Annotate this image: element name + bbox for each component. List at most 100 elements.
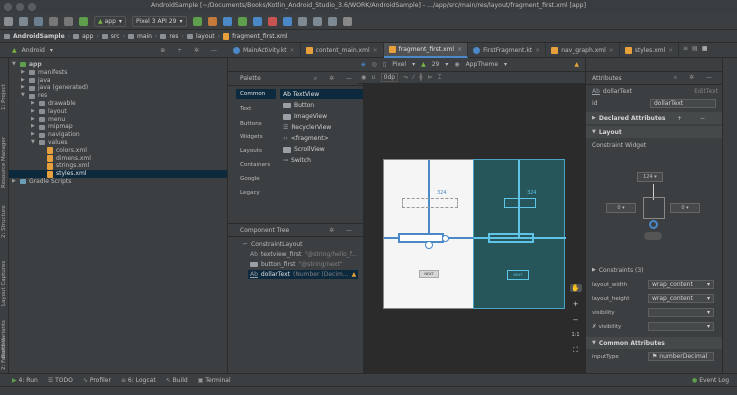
blueprint-textview[interactable] bbox=[504, 198, 536, 208]
tab-mainactivity[interactable]: MainActivity.kt × bbox=[228, 43, 301, 58]
textview-preview[interactable] bbox=[402, 198, 458, 208]
design-preview[interactable]: 324 NEXT bbox=[383, 159, 476, 309]
tree-item-java-generated[interactable]: ▶ java (generated) bbox=[9, 84, 227, 92]
chevron-down-icon[interactable]: ▾ bbox=[50, 47, 53, 54]
profiler-tool-button[interactable]: ∿ Profiler bbox=[83, 377, 111, 384]
next-button-preview[interactable]: NEXT bbox=[419, 270, 439, 278]
zoom-fit-icon[interactable]: ⛶ bbox=[573, 346, 578, 355]
right-anchor-handle[interactable] bbox=[442, 235, 449, 242]
constraints-section[interactable]: ▶ Constraints (3) bbox=[586, 264, 723, 276]
apply-changes-icon[interactable] bbox=[207, 16, 217, 26]
tool-favorites[interactable]: 2: Favorites bbox=[1, 338, 7, 370]
tree-item-mipmap[interactable]: ▶ mipmap bbox=[9, 123, 227, 131]
tree-item-colors[interactable]: colors.xml bbox=[9, 147, 227, 155]
zoom-actual-icon[interactable]: 1:1 bbox=[571, 332, 579, 338]
infer-constraints-icon[interactable]: ⁄ bbox=[413, 74, 414, 81]
build-tool-button[interactable]: ↖ Build bbox=[166, 377, 188, 384]
tree-item-strings[interactable]: strings.xml bbox=[9, 162, 227, 170]
stop-icon[interactable] bbox=[267, 16, 277, 26]
top-margin-field[interactable]: 124 ▾ bbox=[637, 172, 663, 182]
sdk-manager-icon[interactable] bbox=[312, 16, 322, 26]
breadcrumb-item[interactable]: fragment_first.xml bbox=[232, 33, 287, 40]
zoom-in-icon[interactable]: + bbox=[573, 300, 579, 308]
tab-styles[interactable]: styles.xml × bbox=[620, 43, 680, 58]
device-select[interactable]: Pixel bbox=[392, 61, 406, 68]
palette-item-fragment[interactable]: ‹› <fragment> bbox=[283, 135, 329, 142]
palette-category-google[interactable]: Google bbox=[240, 176, 260, 182]
tree-item-menu[interactable]: ▶ menu bbox=[9, 116, 227, 124]
baseline-icon[interactable]: ⌶ bbox=[438, 74, 442, 82]
run-tool-button[interactable]: ▶ 4: Run bbox=[12, 377, 38, 384]
tab-fragment-first[interactable]: fragment_first.xml × bbox=[383, 43, 469, 58]
module-select[interactable]: ▲ app ▾ bbox=[94, 15, 126, 27]
pan-hand-icon[interactable]: ✋ bbox=[569, 284, 582, 292]
visibility-select[interactable]: ▾ bbox=[648, 308, 714, 317]
bias-slider[interactable] bbox=[644, 232, 662, 240]
blueprint-preview[interactable]: 324 NEXT bbox=[473, 159, 566, 309]
bottom-anchor-handle[interactable] bbox=[425, 241, 433, 249]
code-view-icon[interactable]: ≡ bbox=[683, 45, 688, 52]
breadcrumb-item[interactable]: res bbox=[169, 33, 178, 40]
tree-item-styles[interactable]: styles.xml bbox=[9, 170, 227, 178]
tab-nav-graph[interactable]: nav_graph.xml × bbox=[546, 43, 620, 58]
build-hammer-icon[interactable] bbox=[79, 16, 88, 26]
palette-item-recyclerview[interactable]: ☰ RecyclerView bbox=[283, 124, 331, 131]
bottom-constraint-add[interactable] bbox=[649, 220, 658, 229]
guidelines-icon[interactable]: ╫ bbox=[419, 74, 423, 81]
terminal-tool-button[interactable]: ▣ Terminal bbox=[198, 377, 231, 384]
tools-visibility-select[interactable]: ▾ bbox=[648, 322, 714, 331]
common-attributes-section[interactable]: ▼ Common Attributes bbox=[586, 337, 723, 349]
sync-icon[interactable] bbox=[34, 16, 43, 26]
tree-item-values[interactable]: ▼ values bbox=[9, 139, 227, 147]
breadcrumb-item[interactable]: AndroidSample bbox=[13, 33, 65, 40]
breadcrumb-item[interactable]: app bbox=[82, 33, 93, 40]
warning-icon[interactable]: ▲ bbox=[352, 271, 357, 278]
project-view-select[interactable]: Android bbox=[22, 47, 45, 54]
design-view-icon[interactable]: ▦ bbox=[702, 45, 708, 52]
palette-category-text[interactable]: Text bbox=[240, 106, 251, 112]
tree-node-constraintlayout[interactable]: ⌐ ConstraintLayout bbox=[243, 241, 303, 248]
design-canvas[interactable]: 324 NEXT 324 NEXT ✋ + − 1:1 ⛶ bbox=[363, 84, 585, 373]
palette-category-layouts[interactable]: Layouts bbox=[240, 148, 262, 154]
clear-constraints-icon[interactable]: ⤳ bbox=[403, 74, 408, 82]
theme-select[interactable]: AppTheme bbox=[466, 61, 498, 68]
breadcrumb-item[interactable]: src bbox=[111, 33, 120, 40]
logcat-tool-button[interactable]: ≡ 6: Logcat bbox=[121, 377, 156, 384]
id-field[interactable]: dollarText bbox=[650, 99, 716, 108]
palette-item-imageview[interactable]: ImageView bbox=[283, 113, 327, 120]
palette-category-common[interactable]: Common bbox=[240, 91, 265, 97]
orientation-icon[interactable]: ◎ bbox=[372, 61, 377, 68]
align-icon[interactable]: ⊨ bbox=[428, 74, 433, 81]
debug-icon[interactable] bbox=[222, 16, 232, 26]
tree-item-java[interactable]: ▶ java bbox=[9, 77, 227, 85]
search-icon[interactable] bbox=[342, 16, 352, 26]
add-attribute-icon[interactable]: + − bbox=[677, 115, 713, 122]
open-folder-icon[interactable] bbox=[4, 16, 13, 26]
constraint-widget[interactable]: 124 ▾ 0 ▾ 0 ▾ bbox=[606, 160, 700, 240]
tree-item-drawable[interactable]: ▶ drawable bbox=[9, 100, 227, 108]
save-icon[interactable] bbox=[19, 16, 28, 26]
eye-icon[interactable]: ◉ bbox=[361, 74, 366, 81]
breadcrumb-item[interactable]: layout bbox=[196, 33, 215, 40]
palette-item-switch[interactable]: ⊸ Switch bbox=[283, 157, 311, 164]
palette-item-textview[interactable]: Ab TextView bbox=[283, 91, 319, 98]
zoom-out-icon[interactable]: − bbox=[573, 316, 579, 324]
layout-section[interactable]: ▼ Layout bbox=[586, 126, 723, 138]
tree-item-gradle-scripts[interactable]: ▶ Gradle Scripts bbox=[9, 178, 227, 186]
tree-node-button-first[interactable]: button_first "@string/next" bbox=[250, 261, 343, 268]
left-margin-field[interactable]: 0 ▾ bbox=[606, 203, 636, 213]
blueprint-dollartext[interactable] bbox=[488, 233, 534, 243]
blueprint-button[interactable]: NEXT bbox=[507, 270, 529, 280]
api-select[interactable]: 29 bbox=[432, 61, 440, 68]
palette-search-icon[interactable]: ⌕ ✲ — bbox=[314, 75, 357, 83]
layout-height-select[interactable]: wrap_content ▾ bbox=[648, 294, 714, 303]
tool-layout-captures[interactable]: Layout Captures bbox=[1, 261, 7, 306]
right-margin-field[interactable]: 0 ▾ bbox=[670, 203, 700, 213]
avd-manager-icon[interactable] bbox=[297, 16, 307, 26]
tree-item-layout[interactable]: ▶ layout bbox=[9, 108, 227, 116]
todo-tool-button[interactable]: ☰ TODO bbox=[48, 377, 73, 384]
event-log-button[interactable]: ● Event Log bbox=[692, 377, 729, 384]
design-surface-icon[interactable]: ◈ bbox=[361, 61, 366, 68]
sync-gradle-icon[interactable] bbox=[282, 16, 292, 26]
tree-node-textview-first[interactable]: Ab textview_first "@string/hello_f... bbox=[250, 251, 357, 258]
